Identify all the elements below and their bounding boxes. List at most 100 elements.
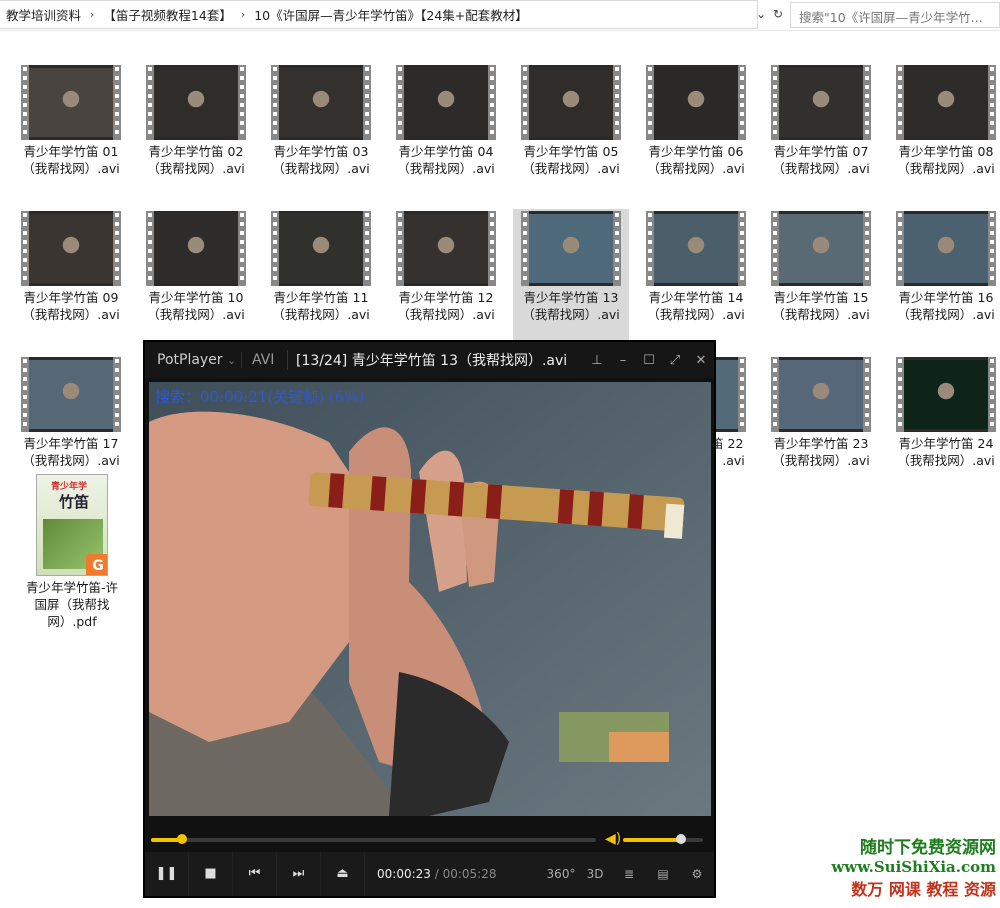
- chevron-right-icon: ›: [90, 8, 95, 21]
- screen: 教学培训资料 › 【笛子视频教程14套】 › 10《许国屏—青少年学竹笛》【24…: [0, 0, 1000, 908]
- control-bar: ❚❚ ■ ⏮ ⏭ ⏏ 00:00:23 / 00:05:28 360° 3D ≣…: [145, 852, 714, 896]
- video-thumbnail: [771, 65, 871, 140]
- pin-icon[interactable]: ⊥: [584, 353, 610, 368]
- file-item[interactable]: 青少年学竹笛 03 （我帮找网）.avi: [263, 63, 379, 208]
- thumbnail-scene: [779, 68, 863, 137]
- seek-handle[interactable]: [177, 834, 188, 844]
- volume-handle[interactable]: [676, 834, 687, 844]
- volume-icon[interactable]: ◀): [605, 831, 621, 847]
- fullscreen-icon[interactable]: ⤢: [662, 353, 688, 368]
- watermark: 随时下免费资源网 www.SuiShiXia.com 数万 网课 教程 资源: [831, 833, 996, 900]
- file-item[interactable]: 青少年学竹笛 04 （我帮找网）.avi: [388, 63, 504, 208]
- file-item[interactable]: 青少年学竹笛 12 （我帮找网）.avi: [388, 209, 504, 354]
- player-title: [13/24] 青少年学竹笛 13（我帮找网）.avi: [287, 350, 584, 370]
- 3d-button[interactable]: 3D: [578, 867, 612, 881]
- file-name-line: 青少年学竹笛 01: [23, 144, 119, 159]
- watermark-line: 随时下免费资源网: [860, 838, 996, 858]
- playlist-icon[interactable]: ▤: [646, 867, 680, 881]
- file-name-line: （我帮找网）.avi: [22, 453, 120, 468]
- file-name: 青少年学竹笛 24 （我帮找网）.avi: [888, 435, 1000, 469]
- file-name: 青少年学竹笛 15 （我帮找网）.avi: [763, 289, 879, 323]
- file-item[interactable]: 青少年学竹笛 11 （我帮找网）.avi: [263, 209, 379, 354]
- vr-360-button[interactable]: 360°: [544, 867, 578, 881]
- file-item[interactable]: 青少年学竹笛 10 （我帮找网）.avi: [138, 209, 254, 354]
- minimize-icon[interactable]: –: [610, 353, 636, 368]
- file-name-line: 青少年学竹笛 13: [523, 290, 619, 305]
- file-item[interactable]: 青少年学竹笛 23 （我帮找网）.avi: [763, 355, 879, 500]
- thumbnail-scene: [654, 214, 738, 283]
- file-name-line: 青少年学竹笛 15: [773, 290, 869, 305]
- file-name: 青少年学竹笛 14 （我帮找网）.avi: [638, 289, 754, 323]
- eject-button[interactable]: ⏏: [321, 852, 365, 896]
- format-label: AVI: [241, 352, 287, 368]
- file-name-line: 青少年学竹笛 07: [773, 144, 869, 159]
- video-thumbnail: [396, 65, 496, 140]
- search-input[interactable]: 搜索"10《许国屏—青少年学竹...: [790, 2, 1000, 28]
- refresh-icon[interactable]: ↻: [769, 5, 787, 23]
- file-item[interactable]: 青少年学竹笛 14 （我帮找网）.avi: [638, 209, 754, 354]
- breadcrumb-item[interactable]: 【笛子视频教程14套】: [97, 5, 237, 24]
- gear-icon[interactable]: ⚙: [680, 867, 714, 881]
- thumbnail-scene: [779, 214, 863, 283]
- file-name-line: （我帮找网）.avi: [147, 161, 245, 176]
- file-name: 青少年学竹笛 06 （我帮找网）.avi: [638, 143, 754, 177]
- thumbnail-scene: [779, 360, 863, 429]
- chevron-down-icon[interactable]: ⌄: [752, 5, 770, 23]
- video-thumbnail: [896, 357, 996, 432]
- file-name-line: 青少年学竹笛 11: [273, 290, 369, 305]
- file-name: 青少年学竹笛-许 国屏（我帮找 网）.pdf: [14, 579, 130, 630]
- pdf-file-item[interactable]: 青少年学 竹笛 G 青少年学竹笛-许 国屏（我帮找 网）.pdf: [14, 474, 130, 630]
- file-item[interactable]: 青少年学竹笛 06 （我帮找网）.avi: [638, 63, 754, 208]
- player-title-bar[interactable]: PotPlayer ⌄ AVI [13/24] 青少年学竹笛 13（我帮找网）.…: [145, 342, 714, 378]
- file-name-line: 青少年学竹笛 04: [398, 144, 494, 159]
- file-item[interactable]: 青少年学竹笛 05 （我帮找网）.avi: [513, 63, 629, 208]
- brand-label: PotPlayer: [157, 352, 223, 368]
- close-icon[interactable]: ✕: [688, 353, 714, 368]
- file-item[interactable]: 青少年学竹笛 16 （我帮找网）.avi: [888, 209, 1000, 354]
- video-thumbnail: [21, 211, 121, 286]
- video-thumbnail: [771, 357, 871, 432]
- previous-button[interactable]: ⏮: [233, 852, 277, 896]
- file-item[interactable]: 青少年学竹笛 08 （我帮找网）.avi: [888, 63, 1000, 208]
- thumbnail-scene: [29, 360, 113, 429]
- file-name: 青少年学竹笛 13 （我帮找网）.avi: [513, 289, 629, 323]
- file-item[interactable]: 青少年学竹笛 24 （我帮找网）.avi: [888, 355, 1000, 500]
- file-name: 青少年学竹笛 03 （我帮找网）.avi: [263, 143, 379, 177]
- volume-level: [623, 838, 682, 842]
- seek-bar[interactable]: [151, 834, 596, 844]
- pause-button[interactable]: ❚❚: [145, 852, 189, 896]
- file-item[interactable]: 青少年学竹笛 09 （我帮找网）.avi: [13, 209, 129, 354]
- time-display: 00:00:23 / 00:05:28: [377, 867, 497, 881]
- file-item[interactable]: 青少年学竹笛 13 （我帮找网）.avi: [513, 209, 629, 354]
- maximize-icon[interactable]: ☐: [636, 353, 662, 368]
- file-item[interactable]: 青少年学竹笛 15 （我帮找网）.avi: [763, 209, 879, 354]
- file-name-line: 青少年学竹笛 06: [648, 144, 744, 159]
- video-thumbnail: [21, 65, 121, 140]
- watermark-line: 数万 网课 教程 资源: [851, 880, 996, 899]
- breadcrumb-item[interactable]: 10《许国屏—青少年学竹笛》【24集+配套教材】: [248, 5, 534, 24]
- video-thumbnail: [646, 211, 746, 286]
- video-thumbnail: [146, 211, 246, 286]
- file-item[interactable]: 青少年学竹笛 07 （我帮找网）.avi: [763, 63, 879, 208]
- file-name: 青少年学竹笛 23 （我帮找网）.avi: [763, 435, 879, 469]
- stop-button[interactable]: ■: [189, 852, 233, 896]
- volume-slider[interactable]: [623, 834, 703, 844]
- video-thumbnail: [271, 211, 371, 286]
- chapter-search-icon[interactable]: ≣: [612, 867, 646, 881]
- file-name-line: （我帮找网）.avi: [772, 161, 870, 176]
- file-name-line: （我帮找网）.avi: [522, 161, 620, 176]
- video-thumbnail: [271, 65, 371, 140]
- breadcrumb-item[interactable]: 教学培训资料: [0, 5, 87, 24]
- file-name: 青少年学竹笛 04 （我帮找网）.avi: [388, 143, 504, 177]
- player-brand-menu[interactable]: PotPlayer ⌄: [145, 352, 241, 368]
- thumbnail-scene: [154, 68, 238, 137]
- potplayer-window[interactable]: PotPlayer ⌄ AVI [13/24] 青少年学竹笛 13（我帮找网）.…: [143, 340, 716, 898]
- file-name: 青少年学竹笛 09 （我帮找网）.avi: [13, 289, 129, 323]
- file-item[interactable]: 青少年学竹笛 01 （我帮找网）.avi: [13, 63, 129, 208]
- file-item[interactable]: 青少年学竹笛 02 （我帮找网）.avi: [138, 63, 254, 208]
- video-frame[interactable]: 搜索：00:00:21(关键帧) (6%): [149, 382, 711, 816]
- file-name-line: （我帮找网）.avi: [647, 161, 745, 176]
- next-button[interactable]: ⏭: [277, 852, 321, 896]
- cover-title: 竹笛: [59, 493, 90, 511]
- breadcrumb[interactable]: 教学培训资料 › 【笛子视频教程14套】 › 10《许国屏—青少年学竹笛》【24…: [0, 0, 758, 29]
